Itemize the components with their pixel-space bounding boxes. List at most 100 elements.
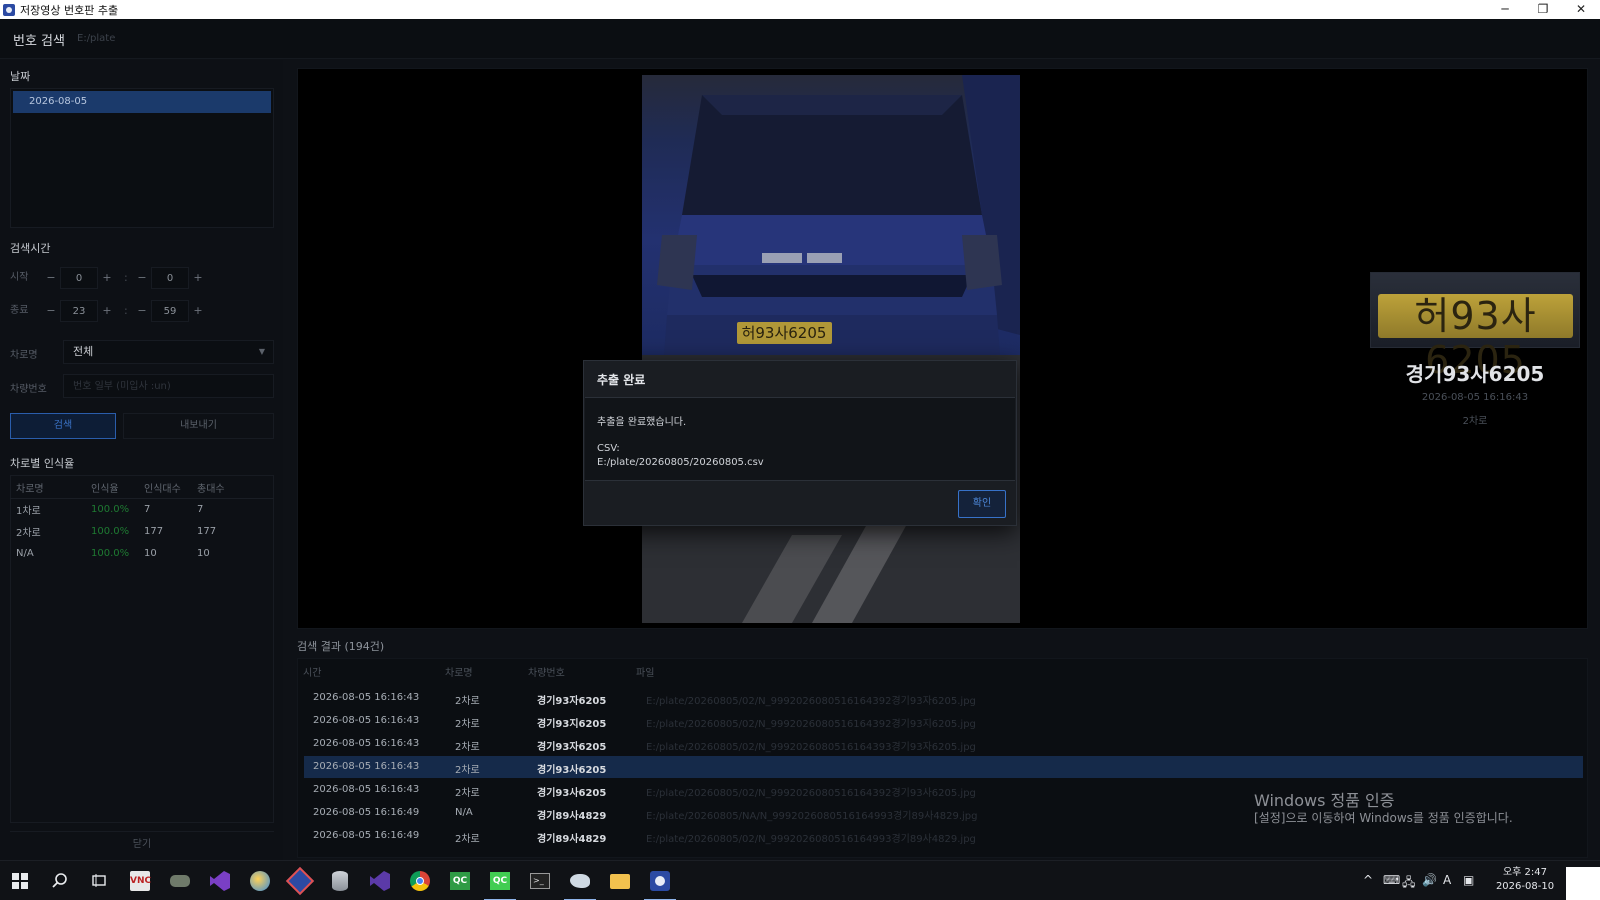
database-icon[interactable] — [328, 869, 352, 893]
total-count: 7 — [197, 503, 204, 515]
vnc-icon[interactable]: VNC — [128, 869, 152, 893]
row-file: E:/plate/20260805/02/N_99920260805161643… — [646, 742, 976, 753]
date-list[interactable]: 2026-08-05 — [10, 88, 274, 228]
lane-name: N/A — [16, 547, 34, 559]
qt-creator-icon[interactable]: QC — [448, 869, 472, 893]
svg-text:허93사6205: 허93사6205 — [742, 324, 827, 342]
decrement-button[interactable]: − — [42, 300, 60, 322]
visual-studio-icon[interactable] — [208, 869, 232, 893]
column-header: 총대수 — [191, 478, 274, 499]
date-item[interactable]: 2026-08-05 — [13, 91, 271, 113]
end-hour-value[interactable]: 23 — [60, 300, 98, 322]
row-time: 2026-08-05 16:16:43 — [313, 692, 420, 703]
increment-button[interactable]: + — [189, 300, 207, 322]
start-icon[interactable] — [8, 869, 32, 893]
export-button[interactable]: 내보내기 — [123, 413, 274, 439]
minimize-button[interactable]: ─ — [1486, 0, 1524, 19]
plate-crop-image: 허93사6205 — [1378, 294, 1573, 382]
row-lane: 2차로 — [455, 719, 480, 730]
tool-icon[interactable] — [285, 866, 315, 896]
globe-icon[interactable] — [248, 869, 272, 893]
decrement-button[interactable]: − — [133, 300, 151, 322]
plate-search-input[interactable] — [63, 374, 274, 398]
restore-button[interactable]: ❐ — [1524, 0, 1562, 19]
row-plate: 경기93사6205 — [537, 765, 607, 776]
chrome-icon[interactable] — [408, 869, 432, 893]
decrement-button[interactable]: − — [42, 267, 60, 289]
row-plate: 경기93자6205 — [537, 742, 607, 753]
start-hour-stepper: − 0 + — [42, 267, 116, 289]
tray-overflow-icon[interactable]: ^ — [1363, 873, 1373, 887]
clock[interactable]: 오후 2:47 2026-08-10 — [1490, 866, 1560, 894]
notification-icon[interactable]: ▣ — [1463, 873, 1474, 887]
increment-button[interactable]: + — [98, 300, 116, 322]
column-header: 차로명 — [445, 668, 473, 679]
ok-button[interactable]: 확인 — [958, 490, 1006, 518]
clock-date: 2026-08-10 — [1495, 881, 1555, 892]
window-controls: ─ ❐ ✕ — [1486, 0, 1600, 19]
plate-label: 차량번호 — [10, 384, 47, 395]
keyboard-icon[interactable]: ⌨ — [1383, 873, 1400, 887]
recognition-rate: 100.0% — [91, 525, 130, 537]
time-label: 검색시간 — [10, 242, 51, 255]
row-plate: 경기93사6205 — [537, 788, 607, 799]
game-icon[interactable] — [168, 869, 192, 893]
vs-code-icon[interactable] — [368, 869, 392, 893]
table-row[interactable]: 2026-08-05 16:16:43 2차로 경기93지6205 E:/pla… — [304, 710, 1583, 732]
qt-icon[interactable]: QC — [484, 869, 516, 900]
increment-button[interactable]: + — [189, 267, 207, 289]
table-row[interactable]: 2026-08-05 16:16:43 2차로 경기93자6205 E:/pla… — [304, 687, 1583, 709]
column-header: 파일 — [636, 668, 655, 679]
task-view-icon[interactable] — [87, 869, 111, 893]
increment-button[interactable]: + — [98, 267, 116, 289]
table-row[interactable]: 1차로 100.0% 7 7 — [10, 498, 274, 520]
lane-select[interactable]: 전체 ▼ — [63, 340, 274, 364]
lane-label: 차로명 — [10, 350, 38, 361]
app-icon — [3, 3, 15, 16]
recognition-rate: 100.0% — [91, 503, 130, 515]
start-hour-value[interactable]: 0 — [60, 267, 98, 289]
recognized-count: 177 — [144, 525, 164, 537]
start-minute-value[interactable]: 0 — [151, 267, 189, 289]
row-file: E:/plate/20260805/NA/N_99920260805161649… — [646, 811, 978, 822]
row-time: 2026-08-05 16:16:43 — [313, 715, 420, 726]
search-icon[interactable] — [48, 869, 72, 893]
time-separator: : — [124, 304, 128, 317]
table-row[interactable]: 2차로 100.0% 177 177 — [10, 520, 274, 542]
ime-indicator[interactable]: A — [1443, 873, 1451, 887]
row-time: 2026-08-05 16:16:43 — [313, 784, 420, 795]
row-time: 2026-08-05 16:16:43 — [313, 738, 420, 749]
vehicle-photo: 허93사6205 — [642, 75, 1020, 623]
table-row[interactable]: 2026-08-05 16:16:49 2차로 경기89사4829 E:/pla… — [304, 825, 1583, 847]
plate-app-icon[interactable] — [644, 869, 676, 900]
start-minute-stepper: − 0 + — [133, 267, 207, 289]
show-desktop-button[interactable] — [1566, 867, 1600, 900]
search-button[interactable]: 검색 — [10, 413, 116, 439]
row-file: E:/plate/20260805/02/N_99920260805161649… — [646, 834, 976, 845]
table-row-selected[interactable]: 2026-08-05 16:16:43 2차로 경기93사6205 — [304, 756, 1583, 778]
clock-time: 오후 2:47 — [1502, 867, 1548, 878]
terminal-icon[interactable]: >_ — [528, 869, 552, 893]
close-button[interactable]: 닫기 — [10, 831, 274, 857]
row-file: E:/plate/20260805/02/N_99920260805161643… — [646, 719, 976, 730]
extract-complete-dialog: 추출 완료 추출을 완료했습니다. CSV: E:/plate/20260805… — [583, 360, 1017, 526]
folder-icon[interactable] — [608, 869, 632, 893]
close-window-button[interactable]: ✕ — [1562, 0, 1600, 19]
decrement-button[interactable]: − — [133, 267, 151, 289]
date-label: 날짜 — [10, 70, 31, 83]
network-icon[interactable]: 🖧 — [1402, 873, 1415, 894]
total-count: 10 — [197, 547, 210, 559]
row-file: E:/plate/20260805/02/N_99920260805161643… — [646, 696, 976, 707]
csv-label: CSV: — [597, 443, 620, 454]
bird-icon[interactable] — [564, 869, 596, 900]
row-lane: 2차로 — [455, 834, 480, 845]
table-row[interactable]: 2026-08-05 16:16:43 2차로 경기93자6205 E:/pla… — [304, 733, 1583, 755]
lane-name: 1차로 — [16, 505, 41, 517]
activation-watermark-text: [설정]으로 이동하여 Windows를 정품 인증합니다. — [1254, 811, 1513, 825]
recognized-count: 7 — [144, 503, 151, 515]
volume-icon[interactable]: 🔊 — [1422, 873, 1437, 887]
end-minute-value[interactable]: 59 — [151, 300, 189, 322]
table-row[interactable]: N/A 100.0% 10 10 — [10, 542, 274, 564]
row-plate: 경기89사4829 — [537, 834, 607, 845]
end-minute-stepper: − 59 + — [133, 300, 207, 322]
